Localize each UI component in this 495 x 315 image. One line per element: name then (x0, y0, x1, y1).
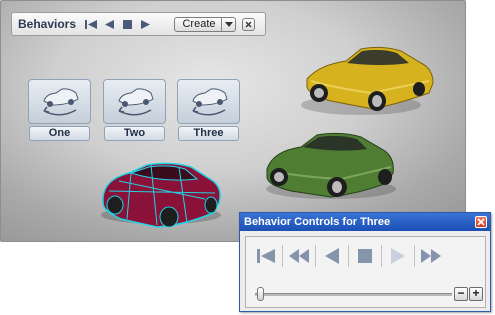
stop-button[interactable] (120, 17, 134, 31)
separator (348, 245, 349, 267)
green-car[interactable] (266, 132, 396, 199)
behaviors-panel: Behaviors Create (11, 12, 266, 36)
timeline-slider-thumb[interactable] (257, 287, 264, 301)
fast-forward-icon (421, 249, 441, 263)
separator (381, 245, 382, 267)
play-reverse-button[interactable] (102, 17, 116, 31)
close-icon (477, 218, 485, 226)
tile-label: Two (104, 126, 165, 141)
zoom-out-button[interactable]: − (454, 287, 468, 301)
behaviors-close-button[interactable] (242, 17, 255, 31)
orbit-car-icon (191, 87, 228, 115)
create-button[interactable]: Create (174, 16, 236, 32)
create-dropdown-button[interactable] (221, 17, 235, 31)
behavior-tile-two[interactable]: Two (103, 79, 166, 141)
viewport-3d[interactable]: Behaviors Create One Two Three (0, 0, 466, 242)
play-button[interactable] (384, 244, 412, 268)
separator (414, 245, 415, 267)
orbit-car-icon (42, 87, 79, 115)
controls-title: Behavior Controls for Three (244, 216, 391, 228)
stop-icon (358, 249, 372, 263)
behavior-tile-three[interactable]: Three (177, 79, 240, 141)
play-reverse-icon (325, 248, 339, 264)
timeline-slider-track[interactable] (255, 293, 452, 296)
behaviors-title: Behaviors (18, 17, 77, 31)
separator (282, 245, 283, 267)
play-reverse-icon (104, 19, 114, 29)
go-to-start-button[interactable] (84, 17, 98, 31)
controls-close-button[interactable] (475, 216, 487, 228)
stop-button[interactable] (351, 244, 379, 268)
play-icon (391, 248, 405, 264)
play-reverse-button[interactable] (318, 244, 346, 268)
tile-icon-box (28, 79, 91, 124)
rewind-icon (289, 249, 309, 263)
tile-icon-box (177, 79, 240, 124)
chevron-down-icon (224, 21, 233, 27)
fast-forward-button[interactable] (417, 244, 445, 268)
yellow-car[interactable] (301, 46, 434, 115)
stop-icon (122, 19, 132, 29)
skip-to-start-icon (84, 19, 97, 29)
tile-label: One (29, 126, 90, 141)
separator (315, 245, 316, 267)
play-button[interactable] (138, 17, 152, 31)
transport-controls (252, 244, 445, 268)
skip-to-start-icon (257, 249, 275, 263)
controls-titlebar[interactable]: Behavior Controls for Three (240, 213, 490, 231)
orbit-car-icon (117, 87, 154, 115)
controls-body: − + (245, 236, 486, 308)
play-icon (140, 19, 150, 29)
behavior-controls-window: Behavior Controls for Three − + (239, 212, 491, 312)
rewind-button[interactable] (285, 244, 313, 268)
go-to-start-button[interactable] (252, 244, 280, 268)
behavior-tile-one[interactable]: One (28, 79, 91, 141)
crimson-wireframe-car[interactable] (101, 162, 221, 228)
create-label: Create (182, 18, 216, 30)
zoom-in-button[interactable]: + (469, 287, 483, 301)
tile-label: Three (178, 126, 239, 141)
close-icon (245, 21, 252, 27)
tile-icon-box (103, 79, 166, 124)
